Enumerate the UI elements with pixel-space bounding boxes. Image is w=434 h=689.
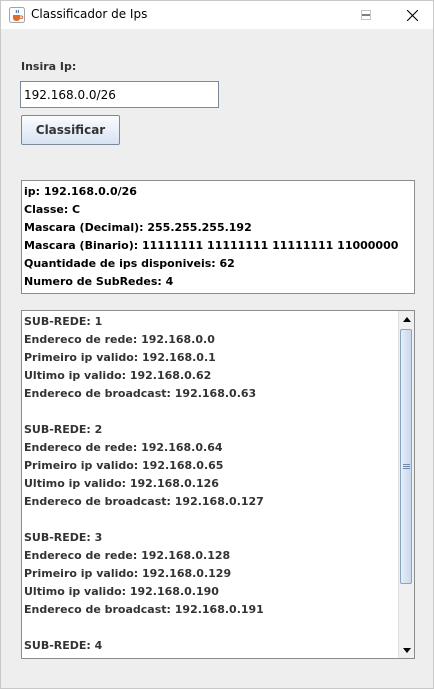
subnet-list: SUB-REDE: 1 Endereco de rede: 192.168.0.… bbox=[24, 313, 398, 658]
info-class: Classe: C bbox=[24, 203, 81, 216]
maximize-button bbox=[343, 1, 389, 29]
subnet-item: SUB-REDE: 4 bbox=[24, 637, 398, 655]
subnet-network: Endereco de rede: 192.168.0.0 bbox=[24, 333, 215, 346]
subnet-header: SUB-REDE: 2 bbox=[24, 423, 103, 436]
subnet-header: SUB-REDE: 4 bbox=[24, 639, 103, 652]
info-mask-decimal: Mascara (Decimal): 255.255.255.192 bbox=[24, 221, 252, 234]
maximize-icon bbox=[361, 10, 371, 20]
vertical-scrollbar[interactable] bbox=[398, 311, 414, 658]
subnet-item: SUB-REDE: 2 Endereco de rede: 192.168.0.… bbox=[24, 421, 398, 511]
subnet-item: SUB-REDE: 1 Endereco de rede: 192.168.0.… bbox=[24, 313, 398, 403]
app-window: Classificador de Ips Insira Ip: Classifi… bbox=[0, 0, 434, 689]
minimize-button-area bbox=[297, 1, 343, 29]
scroll-up-button[interactable] bbox=[399, 311, 414, 327]
subnet-item: SUB-REDE: 3 Endereco de rede: 192.168.0.… bbox=[24, 529, 398, 619]
info-mask-binary: Mascara (Binario): 11111111 11111111 111… bbox=[24, 239, 399, 252]
scroll-down-button[interactable] bbox=[399, 642, 414, 658]
close-button[interactable] bbox=[389, 1, 434, 29]
subnet-output-area[interactable]: SUB-REDE: 1 Endereco de rede: 192.168.0.… bbox=[21, 310, 415, 659]
arrow-up-icon bbox=[402, 316, 411, 322]
subnet-last-ip: Ultimo ip valido: 192.168.0.190 bbox=[24, 585, 219, 598]
subnet-first-ip: Primeiro ip valido: 192.168.0.1 bbox=[24, 351, 216, 364]
subnet-network: Endereco de rede: 192.168.0.64 bbox=[24, 441, 223, 454]
close-icon bbox=[406, 9, 418, 21]
info-output-area[interactable]: ip: 192.168.0.0/26 Classe: C Mascara (De… bbox=[21, 180, 415, 294]
info-available-ips: Quantidade de ips disponiveis: 62 bbox=[24, 257, 235, 270]
subnet-header: SUB-REDE: 1 bbox=[24, 315, 103, 328]
info-subnet-count: Numero de SubRedes: 4 bbox=[24, 275, 174, 288]
ip-input[interactable] bbox=[20, 81, 219, 108]
classify-button[interactable]: Classificar bbox=[21, 115, 120, 145]
arrow-down-icon bbox=[402, 647, 411, 653]
java-cup-icon bbox=[9, 7, 25, 23]
subnet-first-ip: Primeiro ip valido: 192.168.0.129 bbox=[24, 567, 232, 580]
subnet-last-ip: Ultimo ip valido: 192.168.0.126 bbox=[24, 477, 219, 490]
ip-label: Insira Ip: bbox=[21, 60, 77, 73]
subnet-broadcast: Endereco de broadcast: 192.168.0.63 bbox=[24, 387, 257, 400]
subnet-broadcast: Endereco de broadcast: 192.168.0.191 bbox=[24, 603, 264, 616]
info-ip: ip: 192.168.0.0/26 bbox=[24, 185, 137, 198]
subnet-last-ip: Ultimo ip valido: 192.168.0.62 bbox=[24, 369, 212, 382]
window-title: Classificador de Ips bbox=[31, 7, 148, 21]
scroll-thumb[interactable] bbox=[400, 329, 412, 584]
subnet-header: SUB-REDE: 3 bbox=[24, 531, 103, 544]
grip-icon bbox=[403, 464, 410, 470]
subnet-network: Endereco de rede: 192.168.0.128 bbox=[24, 549, 231, 562]
subnet-first-ip: Primeiro ip valido: 192.168.0.65 bbox=[24, 459, 224, 472]
subnet-broadcast: Endereco de broadcast: 192.168.0.127 bbox=[24, 495, 264, 508]
